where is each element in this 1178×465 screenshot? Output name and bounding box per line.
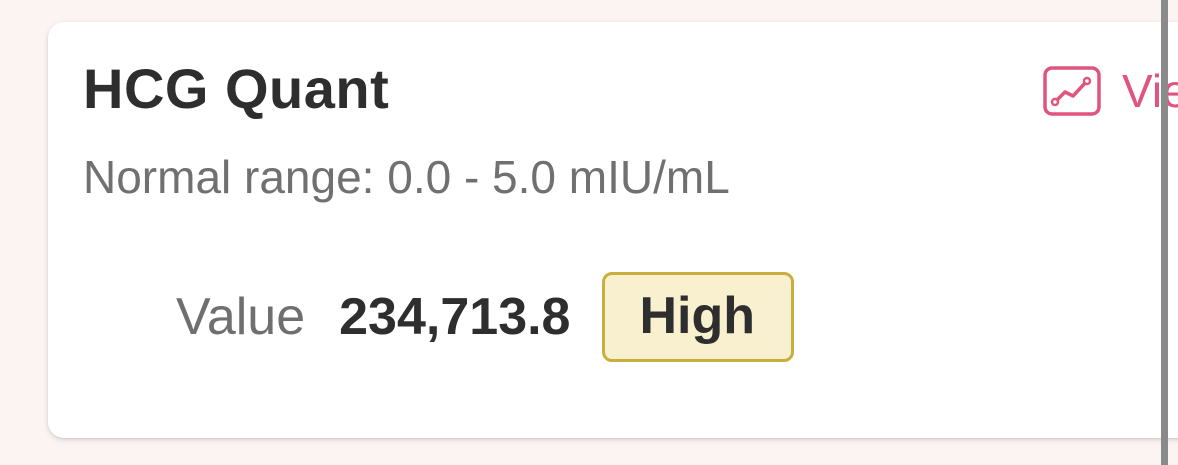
test-name-title: HCG Quant <box>83 57 390 120</box>
normal-range-text: Normal range: 0.0 - 5.0 mIU/mL <box>83 151 730 203</box>
view-trend-link[interactable]: Vie <box>1042 64 1178 118</box>
result-value: 234,713.8 <box>339 288 571 347</box>
value-label: Value <box>176 288 306 347</box>
view-link-label: Vie <box>1122 65 1178 117</box>
value-row: Value 234,713.8 High <box>176 272 795 363</box>
trend-chart-icon <box>1043 66 1101 116</box>
status-badge: High <box>602 272 795 363</box>
lab-result-card: HCG Quant Vie Normal range: 0.0 - 5.0 mI… <box>48 22 1178 438</box>
scrollbar[interactable] <box>1161 0 1168 465</box>
